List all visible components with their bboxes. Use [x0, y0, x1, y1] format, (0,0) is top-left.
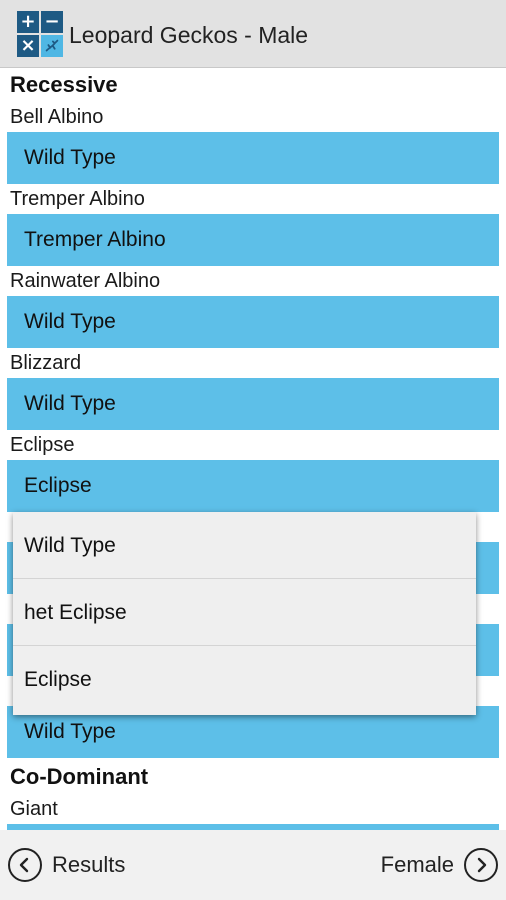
gecko-glyph: [41, 35, 63, 57]
dropdown-option-wild-type[interactable]: Wild Type: [13, 512, 476, 579]
times-glyph: ×: [17, 35, 39, 57]
gene-label-blizzard: Blizzard: [10, 352, 82, 374]
app-bar: + − × Leopard Geckos - Male: [0, 0, 506, 68]
chevron-right-circle-icon: [464, 848, 498, 882]
gene-label-giant: Giant: [10, 798, 58, 820]
section-recessive: Recessive: [10, 72, 118, 97]
bottom-nav: Results Female: [0, 830, 506, 900]
chevron-left-circle-icon: [8, 848, 42, 882]
calculator-gecko-icon: + − ×: [17, 11, 63, 57]
select-rainwater-albino[interactable]: Wild Type: [7, 296, 499, 348]
section-co-dominant: Co-Dominant: [10, 764, 149, 789]
select-bell-albino[interactable]: Wild Type: [7, 132, 499, 184]
female-button[interactable]: Female: [381, 830, 498, 900]
minus-glyph: −: [41, 11, 63, 33]
gene-label-eclipse: Eclipse: [10, 434, 75, 456]
gene-label-bell-albino: Bell Albino: [10, 106, 104, 128]
results-button[interactable]: Results: [8, 830, 125, 900]
gene-form: Recessive Bell Albino Wild Type Tremper …: [0, 68, 506, 830]
gene-label-rainwater-albino: Rainwater Albino: [10, 270, 161, 292]
select-blizzard[interactable]: Wild Type: [7, 378, 499, 430]
results-label: Results: [52, 852, 126, 877]
app-title: Leopard Geckos - Male: [69, 22, 309, 48]
gene-label-tremper-albino: Tremper Albino: [10, 188, 145, 210]
select-eclipse[interactable]: Eclipse: [7, 460, 499, 512]
dropdown-option-eclipse[interactable]: Eclipse: [13, 646, 476, 713]
dropdown-option-het-eclipse[interactable]: het Eclipse: [13, 579, 476, 646]
eclipse-dropdown-menu: Wild Type het Eclipse Eclipse: [13, 512, 476, 715]
female-label: Female: [380, 852, 454, 877]
plus-glyph: +: [17, 11, 39, 33]
select-tremper-albino[interactable]: Tremper Albino: [7, 214, 499, 266]
